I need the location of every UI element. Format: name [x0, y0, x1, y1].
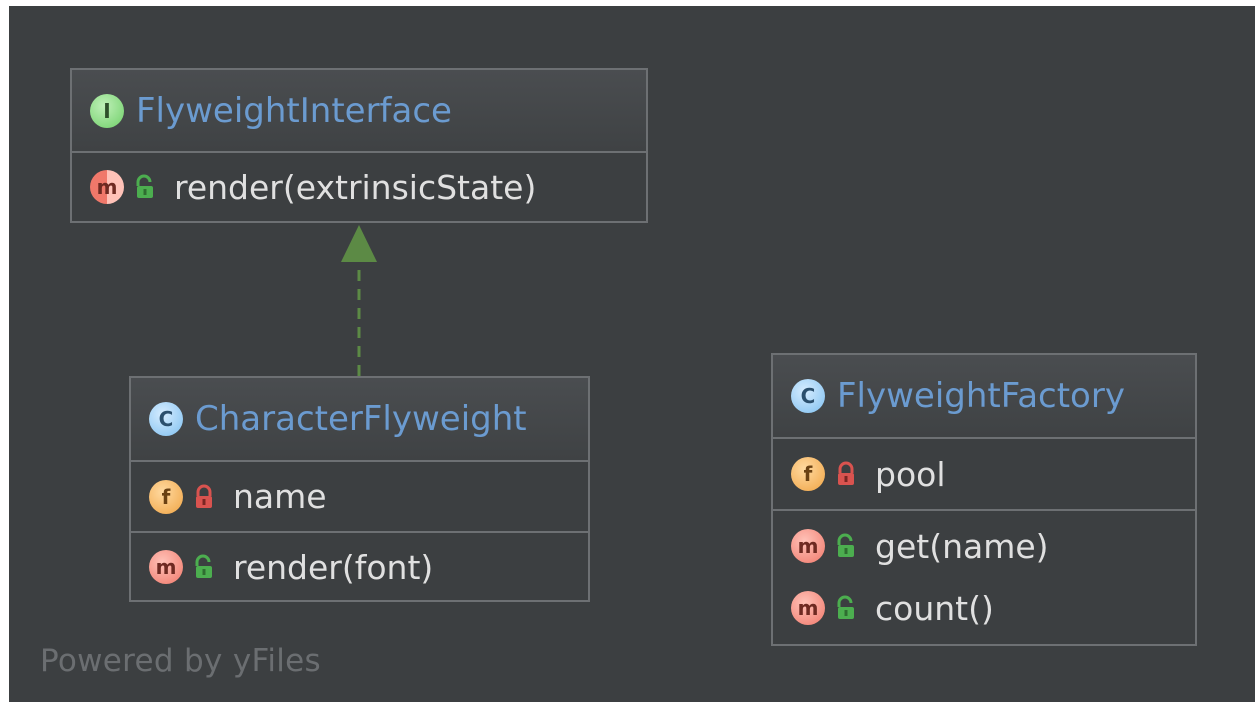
method-signature: count() [875, 588, 994, 628]
field-badge-icon: f [791, 457, 825, 491]
unlocked-padlock-icon [837, 595, 854, 619]
field-signature: name [233, 477, 327, 516]
methods-section: m render(extrinsicState) [72, 153, 646, 221]
field-signature: pool [875, 454, 946, 494]
locked-padlock-icon [838, 461, 854, 485]
field-row[interactable]: f name [131, 462, 588, 531]
field-badge-icon: f [149, 479, 183, 514]
methods-section: m render(font) [131, 533, 588, 601]
class-name: FlyweightFactory [837, 376, 1125, 416]
yfiles-watermark: Powered by yFiles [40, 643, 321, 679]
method-badge-icon: m [149, 550, 183, 584]
field-row[interactable]: f pool [773, 439, 1195, 509]
interface-badge-icon: I [90, 93, 124, 128]
class-box-character-flyweight[interactable]: C CharacterFlyweight f name m render(fon… [129, 376, 590, 602]
unlocked-padlock-icon [195, 554, 212, 578]
realization-arrowhead [341, 225, 377, 262]
class-box-flyweight-interface[interactable]: I FlyweightInterface m render(extrinsicS… [70, 68, 648, 223]
method-signature: get(name) [875, 526, 1049, 566]
class-header: I FlyweightInterface [72, 70, 646, 153]
fields-section: f name [131, 462, 588, 533]
method-row[interactable]: m get(name) [773, 515, 1195, 577]
unlocked-padlock-icon [837, 533, 854, 557]
locked-padlock-icon [196, 484, 212, 508]
class-name: FlyweightInterface [136, 90, 452, 131]
diagram-stage: I FlyweightInterface m render(extrinsicS… [0, 0, 1255, 702]
method-row[interactable]: m render(extrinsicState) [72, 153, 646, 221]
method-signature: render(extrinsicState) [174, 167, 537, 207]
method-badge-icon: m [791, 591, 825, 625]
diagram-canvas: I FlyweightInterface m render(extrinsicS… [9, 6, 1255, 702]
fields-section: f pool [773, 439, 1195, 511]
method-signature: render(font) [233, 547, 434, 587]
abstract-method-badge-icon: m [90, 170, 124, 204]
class-header: C CharacterFlyweight [131, 378, 588, 462]
method-badge-icon: m [791, 529, 825, 563]
class-badge-icon: C [791, 379, 825, 413]
method-row[interactable]: m render(font) [131, 533, 588, 601]
class-name: CharacterFlyweight [195, 399, 527, 439]
methods-section: m get(name) m count() [773, 511, 1195, 639]
unlocked-padlock-icon [136, 174, 153, 198]
class-badge-icon: C [149, 402, 183, 436]
class-box-flyweight-factory[interactable]: C FlyweightFactory f pool m get(name) m … [771, 353, 1197, 646]
method-row[interactable]: m count() [773, 577, 1195, 639]
class-header: C FlyweightFactory [773, 355, 1195, 439]
